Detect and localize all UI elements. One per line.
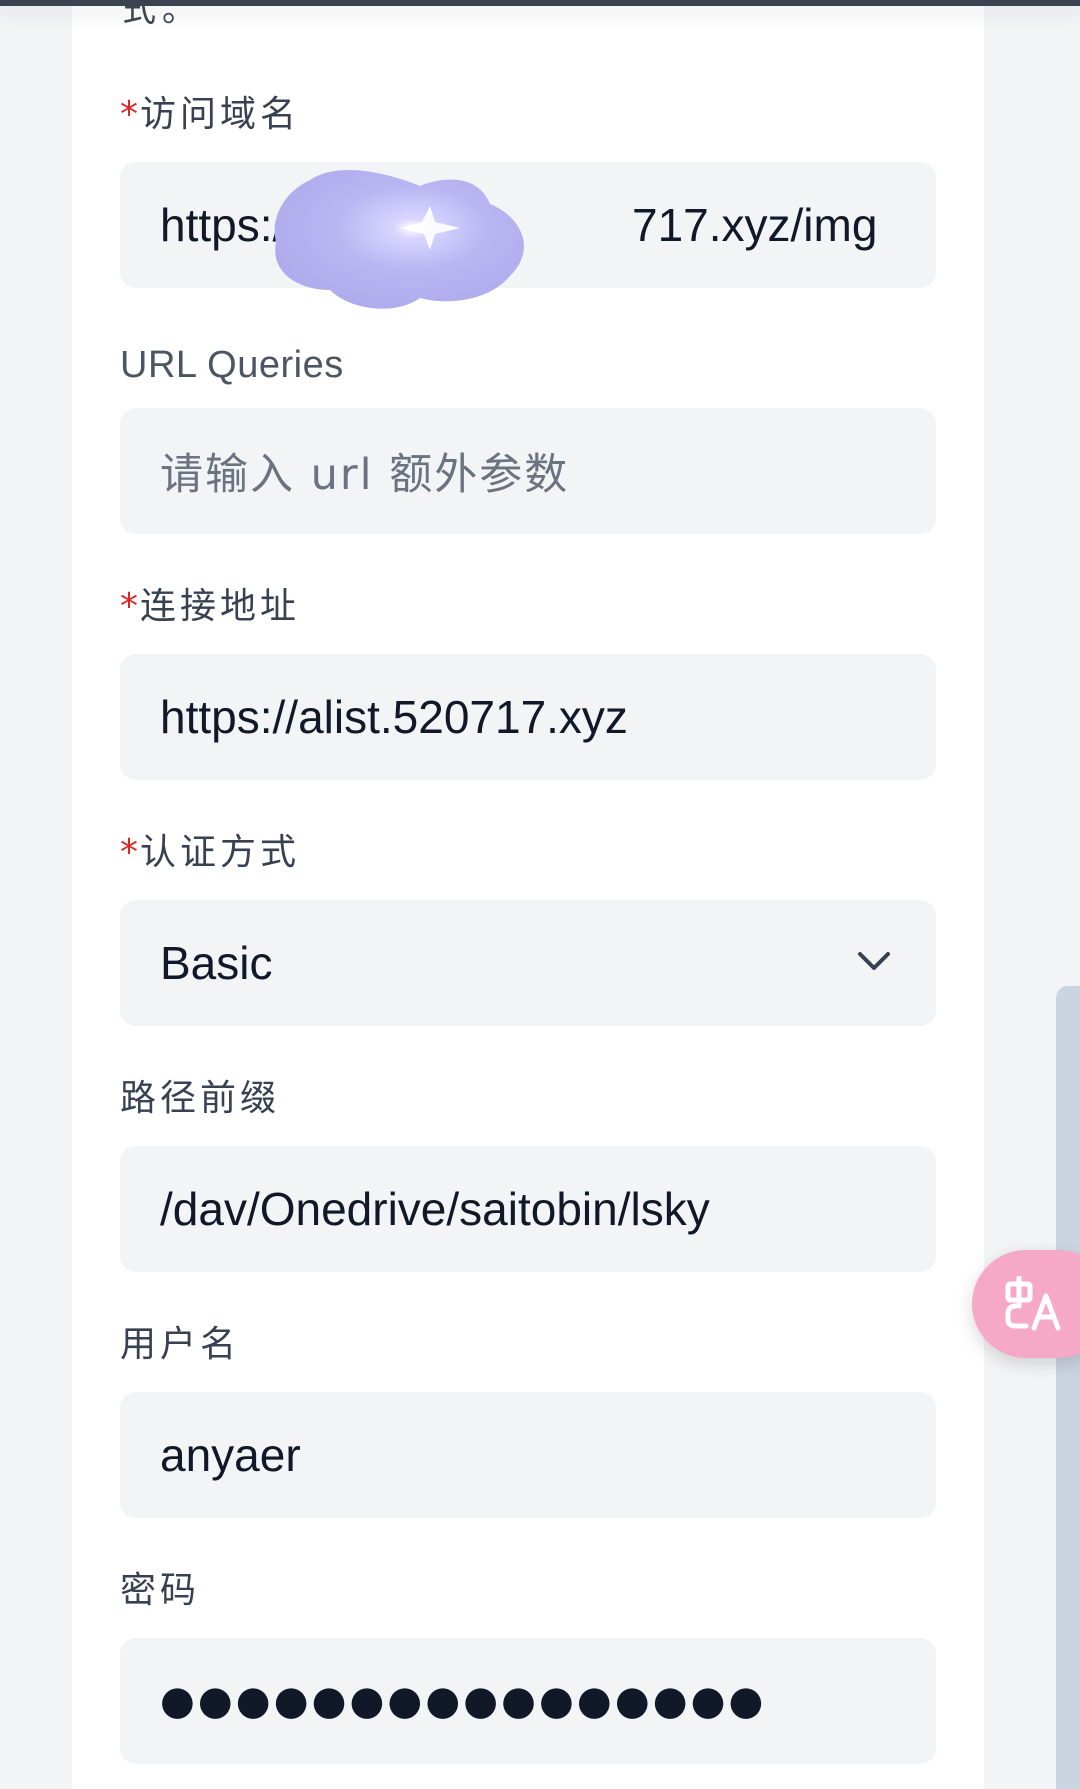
url-queries-label: URL Queries [120,344,344,386]
path-prefix-input[interactable]: /dav/Onedrive/saitobin/lsky [120,1146,936,1272]
translate-icon [1005,1276,1061,1331]
required-mark: * [120,94,138,135]
translate-button[interactable] [972,1250,1080,1358]
auth-method-select[interactable]: Basic [120,900,936,1026]
username-label: 用户名 [120,1324,241,1365]
top-bar [0,0,1080,6]
connection-address-value: https://alist.520717.xyz [160,691,628,743]
access-domain-value-suffix: 717.xyz/img [632,199,878,251]
password-label: 密码 [120,1570,201,1611]
username-value: anyaer [160,1429,301,1481]
connection-address-input[interactable]: https://alist.520717.xyz [120,654,936,780]
required-mark: * [120,832,138,873]
scrollbar[interactable] [1056,986,1080,1789]
path-prefix-value: /dav/Onedrive/saitobin/lsky [160,1183,710,1235]
password-value: ●●●●●●●●●●●●●●●● [160,1678,767,1724]
auth-method-value: Basic [160,937,273,989]
path-prefix-label: 路径前缀 [120,1078,281,1119]
password-input[interactable]: ●●●●●●●●●●●●●●●● [120,1638,936,1764]
url-queries-input[interactable]: 请输入 url 额外参数 [120,408,936,534]
username-input[interactable]: anyaer [120,1392,936,1518]
chevron-down-icon [858,952,890,970]
access-domain-label: *访问域名 [120,94,301,135]
url-queries-placeholder: 请输入 url 额外参数 [160,450,570,500]
required-mark: * [120,586,138,627]
connection-address-label: *连接地址 [120,586,301,627]
auth-method-label: *认证方式 [120,832,301,873]
redaction-blob [274,169,524,309]
